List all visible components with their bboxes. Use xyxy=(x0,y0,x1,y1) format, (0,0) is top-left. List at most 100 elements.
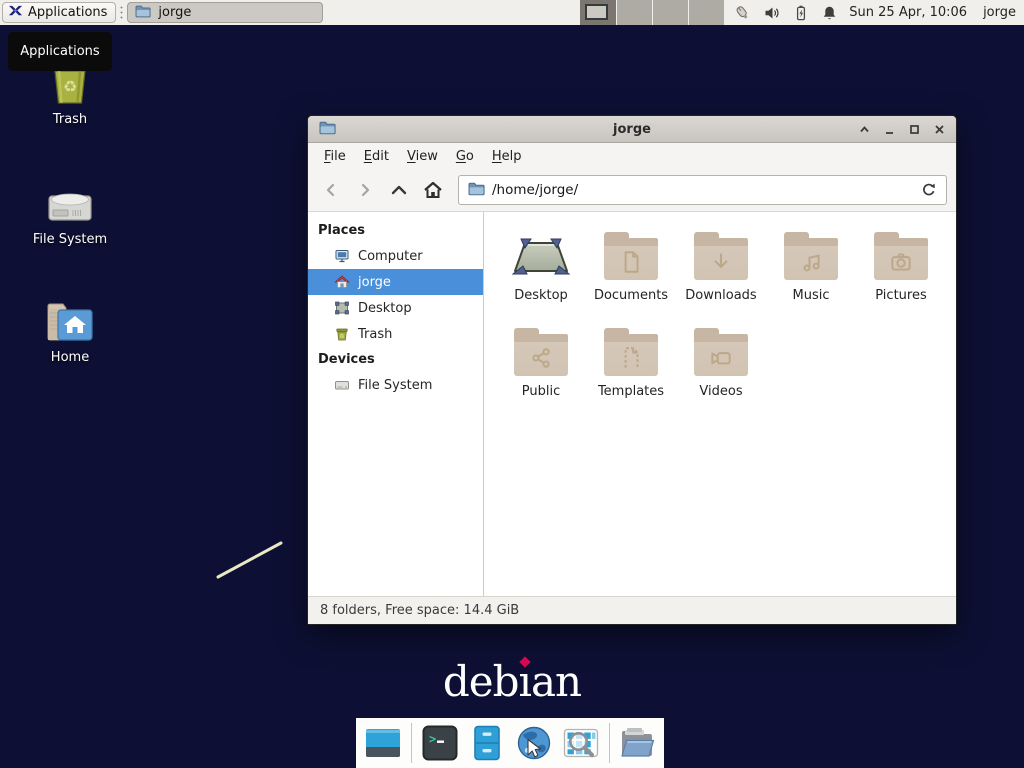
home-folder-icon xyxy=(20,294,120,344)
file-item-label: Downloads xyxy=(685,288,756,303)
up-button[interactable] xyxy=(385,176,413,204)
workspace-switcher xyxy=(580,0,724,25)
file-item-videos[interactable]: Videos xyxy=(676,322,766,418)
sidebar-item-label: Trash xyxy=(358,327,392,342)
path-bar[interactable]: /home/jorge/ xyxy=(458,175,947,205)
sidebar-item-label: File System xyxy=(358,378,432,393)
sidebar-item-jorge[interactable]: jorge xyxy=(308,269,483,295)
desktop-screen: Applications jorge xyxy=(0,0,1024,768)
terminal-icon[interactable]: > xyxy=(421,724,459,762)
user-home-icon xyxy=(333,274,350,290)
sidebar-header-devices: Devices xyxy=(308,347,483,372)
file-item-desktop[interactable]: Desktop xyxy=(496,226,586,322)
file-item-label: Music xyxy=(793,288,830,303)
menu-file[interactable]: File xyxy=(315,145,355,168)
bottom-dock: > xyxy=(356,718,664,768)
debian-logo-text: debıan xyxy=(0,657,1024,706)
file-item-documents[interactable]: Documents xyxy=(586,226,676,322)
menu-bar: File Edit View Go Help xyxy=(308,143,956,169)
status-text: 8 folders, Free space: 14.4 GiB xyxy=(320,603,519,618)
file-item-downloads[interactable]: Downloads xyxy=(676,226,766,322)
reload-icon[interactable] xyxy=(921,182,937,198)
file-item-label: Public xyxy=(522,384,560,399)
workspace-3[interactable] xyxy=(652,0,688,25)
close-button[interactable] xyxy=(934,124,945,135)
path-text[interactable]: /home/jorge/ xyxy=(492,182,578,198)
workspace-2[interactable] xyxy=(616,0,652,25)
downloads-folder-icon xyxy=(694,238,748,280)
sidebar: Places Computer jorge xyxy=(308,212,484,596)
taskbar-folder-icon xyxy=(135,4,151,22)
sidebar-item-file-system[interactable]: File System xyxy=(308,372,483,398)
file-grid: Desktop Documents Downloads xyxy=(484,212,956,596)
desktop-icon xyxy=(333,300,350,316)
shade-button[interactable] xyxy=(859,124,870,135)
sidebar-item-label: Desktop xyxy=(358,301,412,316)
pointer-device-icon[interactable] xyxy=(734,5,751,21)
sidebar-header-places: Places xyxy=(308,218,483,243)
applications-tooltip: Applications xyxy=(8,32,112,71)
desktop-scratch-line xyxy=(210,536,294,586)
workspace-4[interactable] xyxy=(688,0,724,25)
dock-separator xyxy=(609,723,610,763)
web-browser-icon[interactable] xyxy=(515,724,553,762)
menu-go[interactable]: Go xyxy=(447,145,483,168)
desktop-icon-file-system[interactable]: File System xyxy=(20,176,120,247)
svg-text:>: > xyxy=(429,732,436,746)
workspace-window-thumb xyxy=(585,4,608,20)
home-button[interactable] xyxy=(419,176,447,204)
file-item-public[interactable]: Public xyxy=(496,322,586,418)
file-item-templates[interactable]: Templates xyxy=(586,322,676,418)
path-folder-icon xyxy=(468,181,485,200)
menu-help[interactable]: Help xyxy=(483,145,531,168)
desktop-icon-label: Trash xyxy=(20,112,120,127)
battery-charging-icon[interactable] xyxy=(793,5,809,21)
dock-separator xyxy=(411,723,412,763)
templates-folder-icon xyxy=(604,334,658,376)
directory-menu-icon[interactable] xyxy=(618,724,656,762)
file-item-label: Videos xyxy=(699,384,742,399)
desktop-icon-label: File System xyxy=(20,232,120,247)
panel-handle[interactable] xyxy=(119,5,124,20)
panel-clock[interactable]: Sun 25 Apr, 10:06 xyxy=(849,5,967,20)
file-item-music[interactable]: Music xyxy=(766,226,856,322)
file-item-label: Templates xyxy=(598,384,664,399)
menu-view[interactable]: View xyxy=(398,145,447,168)
minimize-button[interactable] xyxy=(884,124,895,135)
desktop-icon-home[interactable]: Home xyxy=(20,294,120,365)
taskbar-window-button[interactable]: jorge xyxy=(127,2,323,23)
svg-text:♻: ♻ xyxy=(63,77,77,96)
workspace-1[interactable] xyxy=(580,0,616,25)
window-content: Places Computer jorge xyxy=(308,211,956,596)
sidebar-item-trash[interactable]: ♻ Trash xyxy=(308,321,483,347)
notifications-bell-icon[interactable] xyxy=(822,5,837,21)
sidebar-item-desktop[interactable]: Desktop xyxy=(308,295,483,321)
computer-icon xyxy=(333,248,350,264)
taskbar-window-label: jorge xyxy=(158,5,191,20)
documents-folder-icon xyxy=(604,238,658,280)
volume-icon[interactable] xyxy=(764,5,780,21)
drive-small-icon xyxy=(333,377,350,393)
panel-username[interactable]: jorge xyxy=(983,5,1016,20)
videos-folder-icon xyxy=(694,334,748,376)
top-panel: Applications jorge xyxy=(0,0,1024,25)
harddrive-icon xyxy=(20,176,120,226)
music-folder-icon xyxy=(784,238,838,280)
back-button[interactable] xyxy=(317,176,345,204)
desktop-icon-label: Home xyxy=(20,350,120,365)
svg-text:♻: ♻ xyxy=(339,334,344,340)
application-finder-icon[interactable] xyxy=(562,724,600,762)
show-desktop-icon[interactable] xyxy=(364,724,402,762)
maximize-button[interactable] xyxy=(909,124,920,135)
applications-menu-button[interactable]: Applications xyxy=(2,2,116,23)
window-titlebar[interactable]: jorge xyxy=(308,116,956,143)
applications-tooltip-text: Applications xyxy=(20,44,99,59)
file-item-pictures[interactable]: Pictures xyxy=(856,226,946,322)
forward-button[interactable] xyxy=(351,176,379,204)
file-item-label: Documents xyxy=(594,288,668,303)
sidebar-item-computer[interactable]: Computer xyxy=(308,243,483,269)
file-cabinet-icon[interactable] xyxy=(468,724,506,762)
menu-edit[interactable]: Edit xyxy=(355,145,398,168)
toolbar: /home/jorge/ xyxy=(308,169,956,211)
file-item-label: Pictures xyxy=(875,288,926,303)
